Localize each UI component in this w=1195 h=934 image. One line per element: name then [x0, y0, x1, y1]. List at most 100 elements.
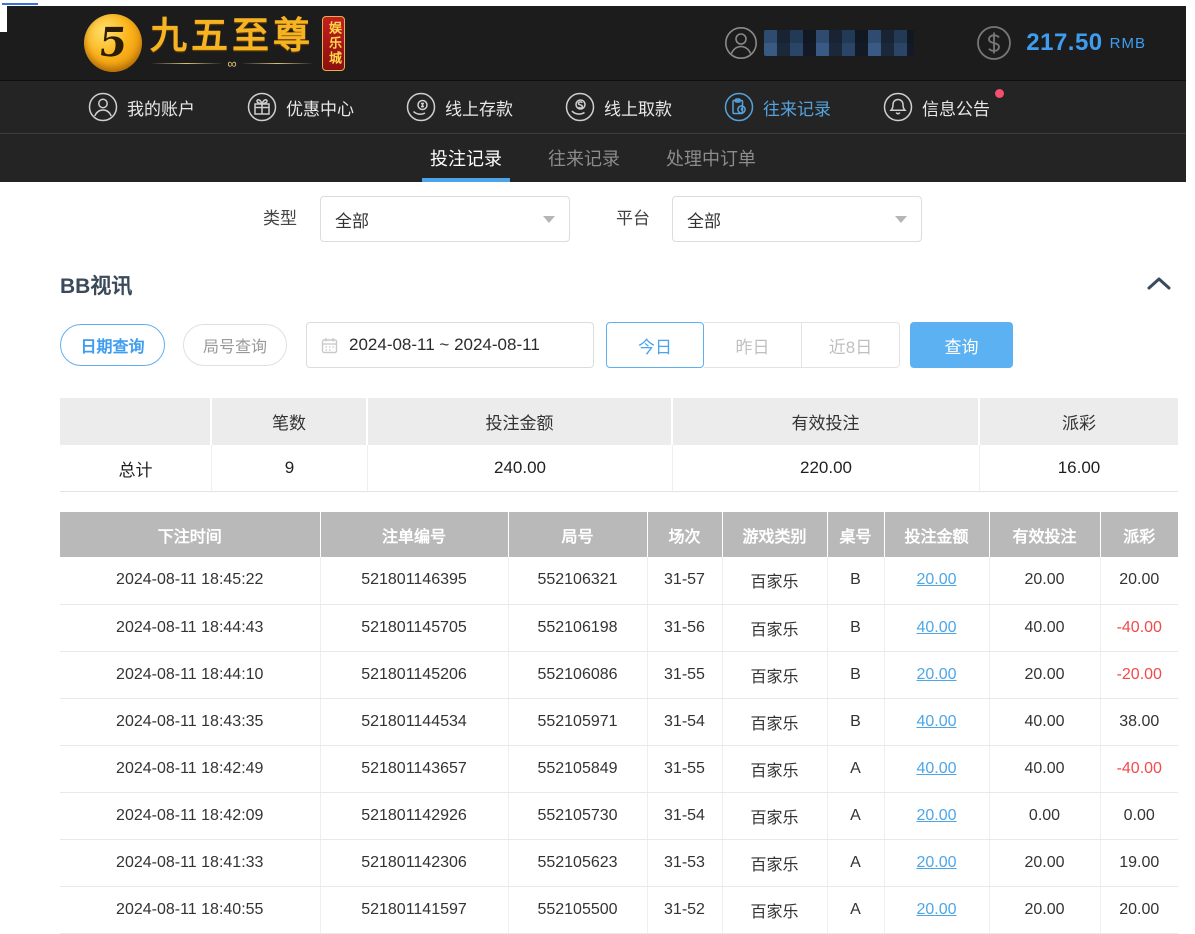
- table-cell: 31-53: [647, 839, 722, 886]
- table-cell: 521801141597: [320, 886, 508, 933]
- table-cell: A: [827, 792, 884, 839]
- summary-total-cell: 9: [212, 445, 368, 492]
- section-title: BB视讯: [60, 270, 132, 300]
- bet-amount-link[interactable]: 20.00: [916, 571, 956, 588]
- table-header-cell: 注单编号: [320, 512, 508, 557]
- table-cell: 百家乐: [722, 839, 827, 886]
- quick-range-button[interactable]: 昨日: [704, 322, 802, 368]
- nav-item-gift[interactable]: 优惠中心: [247, 92, 354, 122]
- query-row: 日期查询 局号查询 2024-08-11 ~ 2024-08-11 今日昨日近8…: [60, 322, 1013, 368]
- table-cell: 2024-08-11 18:40:55: [60, 886, 320, 933]
- table-cell: 40.00: [989, 698, 1100, 745]
- table-cell: 521801145206: [320, 651, 508, 698]
- bet-amount-link[interactable]: 40.00: [916, 619, 956, 636]
- records-icon: [724, 92, 754, 122]
- nav-item-deposit[interactable]: 线上存款: [406, 92, 513, 122]
- date-range-value: 2024-08-11 ~ 2024-08-11: [349, 335, 540, 355]
- bet-amount-link[interactable]: 40.00: [916, 760, 956, 777]
- site-logo[interactable]: 5 九五至尊 ∞ 娱乐城: [84, 14, 345, 72]
- summary-header-cell: 派彩: [980, 398, 1178, 445]
- summary-total-cell: 220.00: [673, 445, 980, 492]
- browser-edge-accent: [2, 3, 38, 5]
- collapse-chevron-up-icon[interactable]: [1143, 270, 1175, 296]
- type-filter-label: 类型: [263, 196, 297, 242]
- table-cell: 20.00: [884, 557, 989, 604]
- browser-edge: [0, 0, 1195, 6]
- table-cell: A: [827, 886, 884, 933]
- table-header-cell: 游戏类别: [722, 512, 827, 557]
- table-cell: 20.00: [989, 651, 1100, 698]
- platform-select[interactable]: 全部: [672, 196, 922, 242]
- table-cell: 38.00: [1100, 698, 1178, 745]
- summary-total-row: 总计9240.00220.0016.00: [60, 445, 1178, 492]
- round-query-button[interactable]: 局号查询: [183, 324, 287, 366]
- table-row: 2024-08-11 18:44:10521801145206552106086…: [60, 651, 1178, 698]
- bet-amount-link[interactable]: 20.00: [916, 901, 956, 918]
- date-range-input[interactable]: 2024-08-11 ~ 2024-08-11: [306, 322, 594, 368]
- browser-corner: [0, 6, 7, 32]
- bet-amount-link[interactable]: 20.00: [916, 666, 956, 683]
- nav-item-withdraw[interactable]: 线上取款: [565, 92, 672, 122]
- bet-amount-link[interactable]: 40.00: [916, 713, 956, 730]
- table-cell: 521801144534: [320, 698, 508, 745]
- table-cell: 2024-08-11 18:44:10: [60, 651, 320, 698]
- table-cell: 百家乐: [722, 557, 827, 604]
- nav-item-bell[interactable]: 信息公告: [883, 92, 990, 122]
- table-row: 2024-08-11 18:41:33521801142306552105623…: [60, 839, 1178, 886]
- logo-icon: 5: [84, 14, 142, 72]
- nav-item-label: 我的账户: [127, 95, 195, 120]
- nav-item-records[interactable]: 往来记录: [724, 92, 831, 122]
- table-cell: 0.00: [989, 792, 1100, 839]
- nav-item-label: 信息公告: [922, 95, 990, 120]
- table-cell: 2024-08-11 18:42:49: [60, 745, 320, 792]
- avatar-icon[interactable]: [724, 26, 758, 60]
- table-cell: 552105500: [508, 886, 647, 933]
- quick-range-button[interactable]: 近8日: [802, 322, 900, 368]
- bet-amount-link[interactable]: 20.00: [916, 854, 956, 871]
- date-query-button[interactable]: 日期查询: [60, 324, 165, 366]
- summary-header-row: 笔数投注金额有效投注派彩: [60, 398, 1178, 445]
- table-cell: -40.00: [1100, 745, 1178, 792]
- table-cell: 0.00: [1100, 792, 1178, 839]
- tab-往来记录[interactable]: 往来记录: [542, 134, 626, 182]
- deposit-icon: [406, 92, 436, 122]
- table-header-row: 下注时间注单编号局号场次游戏类别桌号投注金额有效投注派彩: [60, 512, 1178, 557]
- table-cell: 20.00: [989, 839, 1100, 886]
- user-icon: [88, 92, 118, 122]
- table-header-cell: 有效投注: [989, 512, 1100, 557]
- table-cell: -20.00: [1100, 651, 1178, 698]
- nav-item-label: 优惠中心: [286, 95, 354, 120]
- table-cell: 20.00: [884, 886, 989, 933]
- table-cell: 20.00: [1100, 886, 1178, 933]
- table-row: 2024-08-11 18:44:43521801145705552106198…: [60, 604, 1178, 651]
- table-cell: 552105623: [508, 839, 647, 886]
- table-cell: 百家乐: [722, 886, 827, 933]
- type-select[interactable]: 全部: [320, 196, 570, 242]
- quick-range-button[interactable]: 今日: [606, 322, 704, 368]
- table-cell: 40.00: [884, 745, 989, 792]
- table-cell: 40.00: [884, 698, 989, 745]
- table-cell: 20.00: [989, 557, 1100, 604]
- table-cell: 20.00: [884, 651, 989, 698]
- table-cell: 552105730: [508, 792, 647, 839]
- tab-投注记录[interactable]: 投注记录: [424, 134, 508, 182]
- tab-处理中订单[interactable]: 处理中订单: [660, 134, 762, 182]
- table-header-cell: 桌号: [827, 512, 884, 557]
- table-cell: 2024-08-11 18:45:22: [60, 557, 320, 604]
- table-cell: A: [827, 839, 884, 886]
- table-cell: 521801143657: [320, 745, 508, 792]
- table-cell: 20.00: [989, 886, 1100, 933]
- table-cell: 521801146395: [320, 557, 508, 604]
- summary-header-cell: 投注金额: [368, 398, 673, 445]
- bet-amount-link[interactable]: 20.00: [916, 807, 956, 824]
- table-cell: 31-55: [647, 745, 722, 792]
- search-button[interactable]: 查询: [910, 322, 1013, 368]
- username-censored: [764, 30, 914, 56]
- table-cell: 40.00: [989, 745, 1100, 792]
- logo-badge: 娱乐城: [322, 16, 345, 71]
- nav-item-user[interactable]: 我的账户: [88, 92, 195, 122]
- table-cell: 百家乐: [722, 745, 827, 792]
- table-cell: 521801142926: [320, 792, 508, 839]
- table-cell: 552105849: [508, 745, 647, 792]
- page: 5 九五至尊 ∞ 娱乐城 217.50 RMB: [0, 0, 1195, 934]
